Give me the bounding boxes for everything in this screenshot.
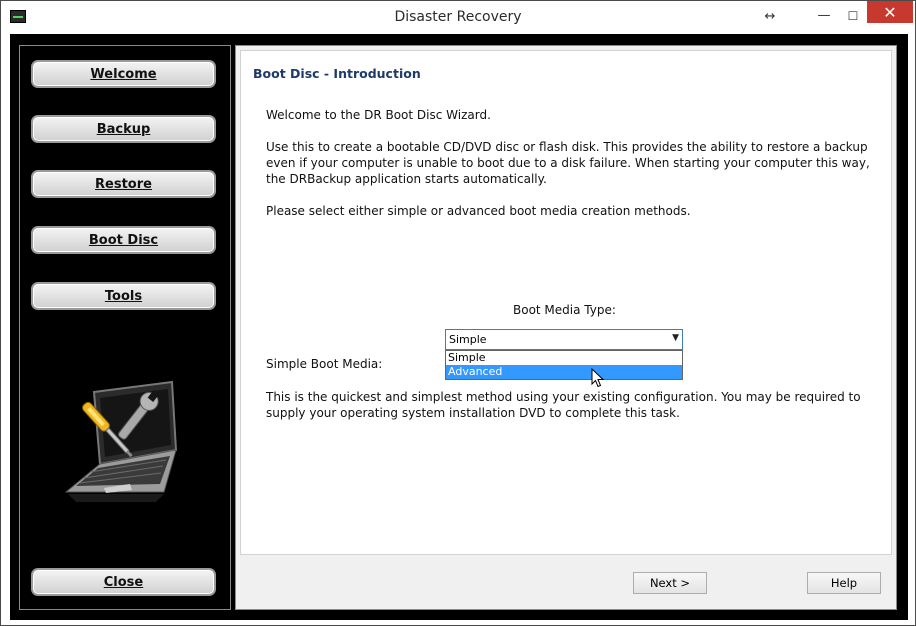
resize-icon[interactable]: ↔ xyxy=(759,4,781,29)
description-text: Use this to create a bootable CD/DVD dis… xyxy=(266,140,870,186)
option-advanced[interactable]: Advanced xyxy=(446,365,682,379)
boot-media-type-options: Simple Advanced xyxy=(445,350,683,380)
boot-disc-button[interactable]: Boot Disc xyxy=(31,226,216,254)
help-button[interactable]: Help xyxy=(807,572,881,594)
backup-button[interactable]: Backup xyxy=(31,115,216,143)
chevron-down-icon[interactable]: ▼ xyxy=(672,333,679,343)
page-title: Boot Disc - Introduction xyxy=(253,66,421,81)
client-area: Welcome Backup Restore Boot Disc Tools C… xyxy=(10,34,908,620)
simple-description-text: This is the quickest and simplest method… xyxy=(266,390,861,420)
restore-button[interactable]: Restore xyxy=(31,170,216,198)
next-button[interactable]: Next > xyxy=(633,572,707,594)
mouse-cursor-icon xyxy=(591,368,605,388)
maximize-button[interactable]: ☐ xyxy=(839,3,867,28)
title-bar[interactable]: Disaster Recovery ↔ — ☐ ✕ xyxy=(1,1,915,34)
select-value: Simple xyxy=(449,333,487,346)
option-simple[interactable]: Simple xyxy=(446,351,682,365)
welcome-text: Welcome to the DR Boot Disc Wizard. xyxy=(266,108,491,122)
minimize-button[interactable]: — xyxy=(809,3,839,28)
instruction-text: Please select either simple or advanced … xyxy=(266,204,691,218)
welcome-button[interactable]: Welcome xyxy=(31,60,216,88)
boot-media-type-select[interactable]: Simple ▼ xyxy=(445,329,683,350)
wizard-page: Boot Disc - Introduction Welcome to the … xyxy=(240,50,892,555)
app-window: Disaster Recovery ↔ — ☐ ✕ Welcome Backup… xyxy=(0,0,916,626)
tools-button[interactable]: Tools xyxy=(31,282,216,310)
content-panel: Boot Disc - Introduction Welcome to the … xyxy=(235,45,897,610)
close-window-button[interactable]: ✕ xyxy=(867,1,913,23)
laptop-tools-icon xyxy=(64,380,178,502)
simple-boot-media-label: Simple Boot Media: xyxy=(266,357,383,371)
navigation-panel: Welcome Backup Restore Boot Disc Tools C… xyxy=(19,45,231,610)
close-button[interactable]: Close xyxy=(31,568,216,596)
boot-media-type-label: Boot Media Type: xyxy=(513,303,616,317)
